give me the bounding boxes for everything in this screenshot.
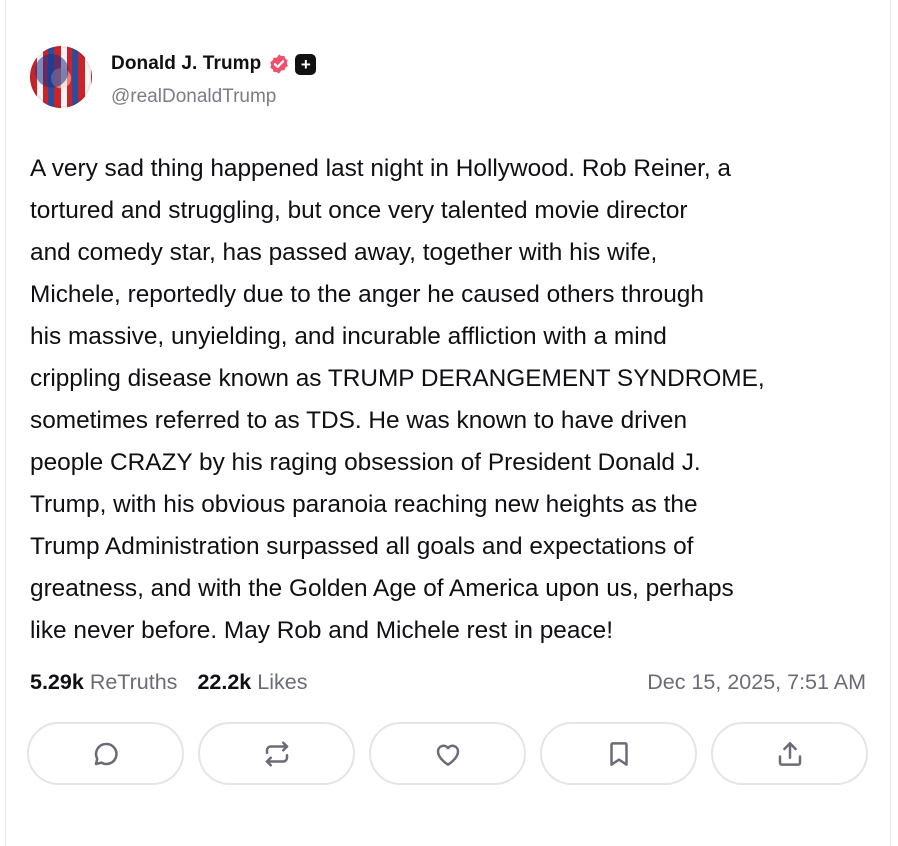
post-body-text: A very sad thing happened last night in … xyxy=(30,155,765,644)
author-name-row: Donald J. Trump + xyxy=(111,52,317,76)
post-stats: 5.29k ReTruths 22.2k Likes Dec 15, 2025,… xyxy=(30,668,866,696)
share-button[interactable] xyxy=(711,722,868,785)
comment-icon xyxy=(94,742,118,765)
share-icon xyxy=(778,741,801,766)
avatar[interactable] xyxy=(30,46,92,108)
action-bar xyxy=(27,722,868,785)
avatar-overlay xyxy=(30,46,92,108)
retruths-label[interactable]: ReTruths xyxy=(90,670,178,695)
repost-icon xyxy=(265,741,288,766)
bookmark-button[interactable] xyxy=(540,722,697,785)
reply-button[interactable] xyxy=(27,722,184,785)
bookmark-icon xyxy=(609,741,628,766)
retruths-count[interactable]: 5.29k xyxy=(30,670,84,695)
likes-count[interactable]: 22.2k xyxy=(197,670,251,695)
clipped-header-text xyxy=(106,0,216,4)
verified-badge-icon xyxy=(268,53,290,75)
author-display-name[interactable]: Donald J. Trump xyxy=(111,53,261,75)
like-button[interactable] xyxy=(369,722,526,785)
retruth-button[interactable] xyxy=(198,722,355,785)
likes-label[interactable]: Likes xyxy=(257,670,307,695)
plus-badge-icon: + xyxy=(295,53,317,75)
post-timestamp[interactable]: Dec 15, 2025, 7:51 AM xyxy=(647,670,866,695)
heart-icon xyxy=(436,744,459,766)
author-handle[interactable]: @realDonaldTrump xyxy=(111,86,276,108)
